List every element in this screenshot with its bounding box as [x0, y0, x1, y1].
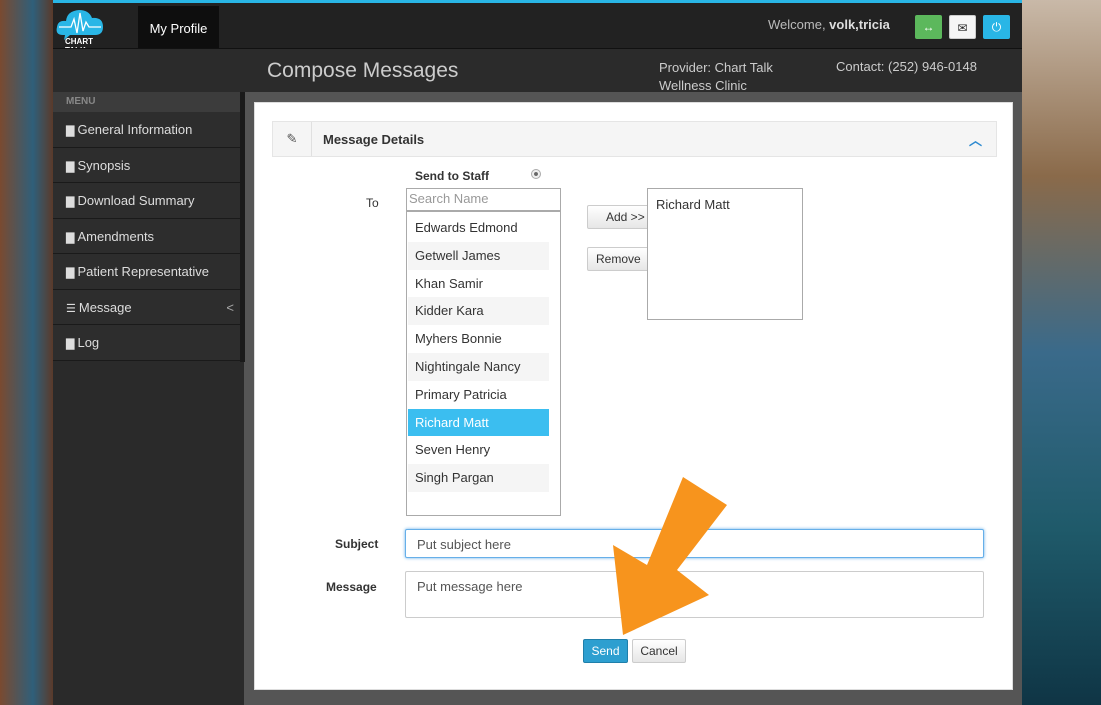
message-details-header[interactable]: ✎ Message Details ︿: [272, 121, 997, 157]
sidebar-item-label: Log: [77, 335, 100, 350]
sidebar-divider: [240, 92, 245, 362]
file-icon: ▇: [66, 338, 75, 350]
send-to-staff-label: Send to Staff: [415, 169, 489, 183]
file-icon: ▇: [66, 125, 75, 137]
sidebar-item-label: Patient Representative: [77, 264, 209, 279]
contact-text: Contact: (252) 946-0148: [836, 59, 977, 74]
staff-option[interactable]: Kidder Kara: [408, 297, 549, 326]
send-to-staff-radio[interactable]: [531, 169, 541, 179]
provider-text: Provider: Chart Talk Wellness Clinic: [659, 60, 773, 93]
add-button[interactable]: Add >>: [587, 205, 649, 229]
page-title: Compose Messages: [267, 59, 459, 82]
message-label: Message: [326, 580, 377, 594]
sidebar-item-synopsis[interactable]: ▇ Synopsis: [53, 147, 244, 183]
arrows-h-icon: ↔: [922, 20, 935, 34]
staff-option[interactable]: Myhers Bonnie: [408, 325, 549, 353]
send-button[interactable]: Send: [583, 639, 628, 663]
staff-option[interactable]: Khan Samir: [408, 270, 549, 298]
sidebar-item-amendments[interactable]: ▇ Amendments: [53, 218, 244, 254]
sidebar-item-label: Amendments: [77, 228, 155, 244]
file-icon: ▇: [66, 231, 75, 244]
app-window: CHART TALK My Profile Welcome, volk,tric…: [53, 0, 1022, 705]
staff-option[interactable]: Primary Patricia: [408, 381, 549, 409]
desktop-background: [1022, 0, 1101, 705]
annotation-arrow-icon: [613, 477, 727, 635]
sidebar-item-message[interactable]: ☰ Message <: [53, 289, 244, 325]
top-bar: CHART TALK My Profile Welcome, volk,tric…: [53, 0, 1022, 55]
chevron-left-icon: <: [226, 299, 234, 315]
to-label: To: [366, 196, 379, 210]
staff-list[interactable]: Edwards Edmond Getwell James Khan Samir Kid…: [406, 211, 561, 516]
chart-talk-logo[interactable]: CHART TALK: [55, 5, 107, 55]
file-icon: ▇: [66, 196, 75, 208]
expand-button[interactable]: ↔: [915, 15, 942, 39]
power-icon: ⏻: [991, 20, 1002, 34]
logout-button[interactable]: ⏻: [983, 15, 1010, 39]
staff-option[interactable]: Getwell James: [408, 241, 549, 270]
welcome-text: Welcome, volk,tricia: [768, 17, 890, 32]
sidebar-item-label: Download Summary: [77, 193, 195, 208]
list-icon: ☰: [66, 302, 76, 315]
cancel-button[interactable]: Cancel: [632, 639, 686, 663]
panel-title: Message Details: [323, 132, 425, 147]
page-header: Compose Messages Provider: Chart Talk We…: [53, 48, 1022, 93]
messages-button[interactable]: ✉: [949, 15, 976, 39]
menu-heading: MENU: [53, 92, 244, 112]
file-icon: ▇: [66, 267, 75, 279]
sidebar-item-label: General Information: [77, 122, 193, 137]
staff-option[interactable]: Seven Henry: [408, 436, 549, 464]
file-icon: ▇: [66, 160, 75, 173]
sidebar-item-patient-representative[interactable]: ▇ Patient Representative: [53, 254, 244, 290]
recipient-item[interactable]: Richard Matt: [656, 197, 794, 212]
chevron-up-icon[interactable]: ︿: [969, 130, 982, 149]
sidebar-item-general-information[interactable]: ▇ General Information: [53, 112, 244, 148]
sidebar-item-label: Message: [78, 299, 132, 315]
recipients-list[interactable]: Richard Matt: [647, 188, 803, 320]
welcome-prefix: Welcome,: [768, 17, 830, 32]
username: volk,tricia: [829, 17, 890, 32]
sidebar-item-label: Synopsis: [77, 157, 131, 173]
envelope-icon: ✉: [957, 21, 968, 35]
sidebar: MENU ▇ General Information ▇ Synopsis ▇ Downl…: [53, 92, 244, 705]
subject-label: Subject: [335, 537, 379, 551]
sidebar-item-download-summary[interactable]: ▇ Download Summary: [53, 183, 244, 219]
search-name-input[interactable]: Search Name: [406, 188, 561, 211]
sidebar-item-log[interactable]: ▇ Log: [53, 325, 244, 361]
staff-option[interactable]: Singh Pargan: [408, 464, 549, 492]
staff-option[interactable]: Edwards Edmond: [408, 214, 549, 242]
remove-button[interactable]: Remove <<: [587, 247, 649, 271]
staff-option[interactable]: Richard Matt: [408, 408, 549, 437]
staff-option[interactable]: Nightingale Nancy: [408, 352, 549, 381]
nav-my-profile[interactable]: My Profile: [138, 6, 219, 51]
edit-icon: ✎: [273, 122, 312, 156]
